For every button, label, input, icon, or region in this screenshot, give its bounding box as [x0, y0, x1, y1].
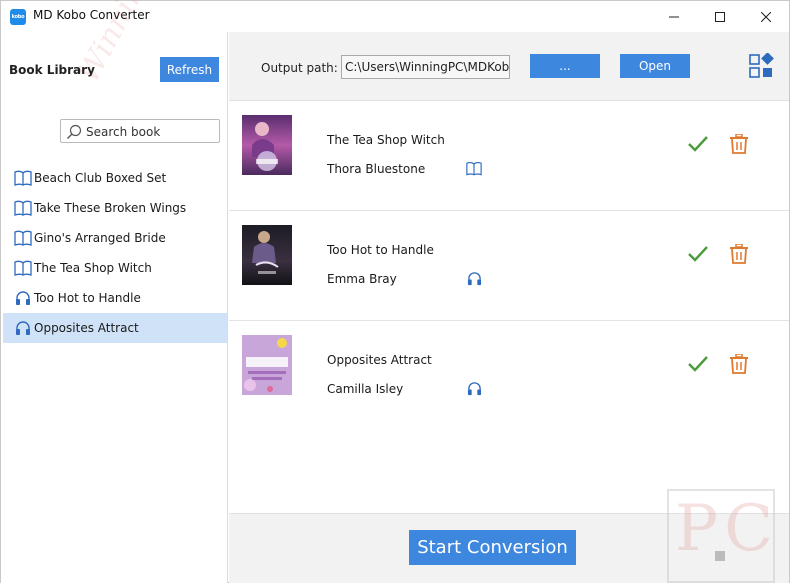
sidebar-item-beach-club[interactable]: Beach Club Boxed Set — [3, 163, 227, 193]
delete-button[interactable] — [730, 353, 748, 374]
app-window: kobo MD Kobo Converter WinningPC Book Li… — [0, 0, 790, 583]
delete-button[interactable] — [730, 133, 748, 154]
list-item: Opposites Attract Camilla Isley — [229, 321, 789, 431]
start-conversion-button[interactable]: Start Conversion — [409, 530, 576, 565]
book-icon — [14, 199, 32, 217]
grid-layout-icon — [749, 52, 774, 78]
book-cover — [242, 115, 292, 175]
delete-button[interactable] — [730, 243, 748, 264]
book-cover — [242, 335, 292, 395]
check-icon — [687, 244, 709, 264]
headphones-icon — [465, 269, 483, 287]
book-cover — [242, 225, 292, 285]
sidebar-item-broken-wings[interactable]: Take These Broken Wings — [3, 193, 227, 223]
sidebar-item-label: Opposites Attract — [34, 321, 139, 335]
sidebar-item-label: The Tea Shop Witch — [34, 261, 152, 275]
row-book-title: The Tea Shop Witch — [327, 133, 445, 147]
trash-icon — [730, 243, 748, 264]
output-path-label: Output path: — [261, 61, 338, 75]
row-book-author: Emma Bray — [327, 272, 397, 286]
maximize-button[interactable] — [697, 1, 743, 32]
minimize-icon — [669, 16, 679, 17]
list-item: Too Hot to Handle Emma Bray — [229, 211, 789, 321]
output-path-field[interactable]: C:\Users\WinningPC\MDKobo — [341, 55, 510, 79]
refresh-button[interactable]: Refresh — [160, 57, 219, 82]
row-book-title: Too Hot to Handle — [327, 243, 434, 257]
output-toolbar: Output path: C:\Users\WinningPC\MDKobo .… — [229, 32, 789, 101]
row-book-title: Opposites Attract — [327, 353, 432, 367]
book-icon — [465, 159, 483, 177]
search-input[interactable]: Search book — [60, 119, 220, 143]
footer-bar: Start Conversion PC — [229, 489, 789, 583]
sidebar-item-opposites-attract[interactable]: Opposites Attract — [3, 313, 227, 343]
sidebar-item-ginos-bride[interactable]: Gino's Arranged Bride — [3, 223, 227, 253]
title-bar: kobo MD Kobo Converter — [1, 1, 789, 32]
check-icon — [687, 134, 709, 154]
search-icon — [66, 124, 82, 143]
maximize-icon — [715, 11, 725, 22]
headphones-icon — [14, 289, 32, 307]
close-button[interactable] — [743, 1, 789, 32]
row-book-author: Camilla Isley — [327, 382, 404, 396]
library-title: Book Library — [9, 63, 95, 77]
sidebar-item-label: Beach Club Boxed Set — [34, 171, 167, 185]
sidebar-item-label: Gino's Arranged Bride — [34, 231, 166, 245]
minimize-button[interactable] — [651, 1, 697, 32]
book-list: Beach Club Boxed Set Take These Broken W… — [3, 163, 227, 343]
kobo-app-icon: kobo — [10, 9, 26, 25]
book-icon — [14, 229, 32, 247]
search-placeholder: Search book — [86, 125, 161, 139]
layout-toggle-button[interactable] — [749, 52, 775, 79]
sidebar-item-label: Too Hot to Handle — [34, 291, 141, 305]
sidebar: WinningPC Book Library Refresh Search bo… — [1, 0, 228, 583]
row-book-author: Thora Bluestone — [327, 162, 426, 176]
list-item: The Tea Shop Witch Thora Bluestone — [229, 101, 789, 211]
book-icon — [14, 169, 32, 187]
close-icon — [761, 11, 771, 22]
headphones-icon — [14, 319, 32, 337]
sidebar-item-tea-shop-witch[interactable]: The Tea Shop Witch — [3, 253, 227, 283]
trash-icon — [730, 353, 748, 374]
trash-icon — [730, 133, 748, 154]
window-title: MD Kobo Converter — [33, 8, 150, 22]
book-icon — [14, 259, 32, 277]
conversion-list: The Tea Shop Witch Thora Bluestone Too H… — [229, 101, 789, 513]
sidebar-item-too-hot[interactable]: Too Hot to Handle — [3, 283, 227, 313]
headphones-icon — [465, 379, 483, 397]
browse-button[interactable]: ... — [530, 54, 600, 78]
open-folder-button[interactable]: Open — [620, 54, 690, 78]
check-icon — [687, 354, 709, 374]
sidebar-item-label: Take These Broken Wings — [34, 201, 187, 215]
